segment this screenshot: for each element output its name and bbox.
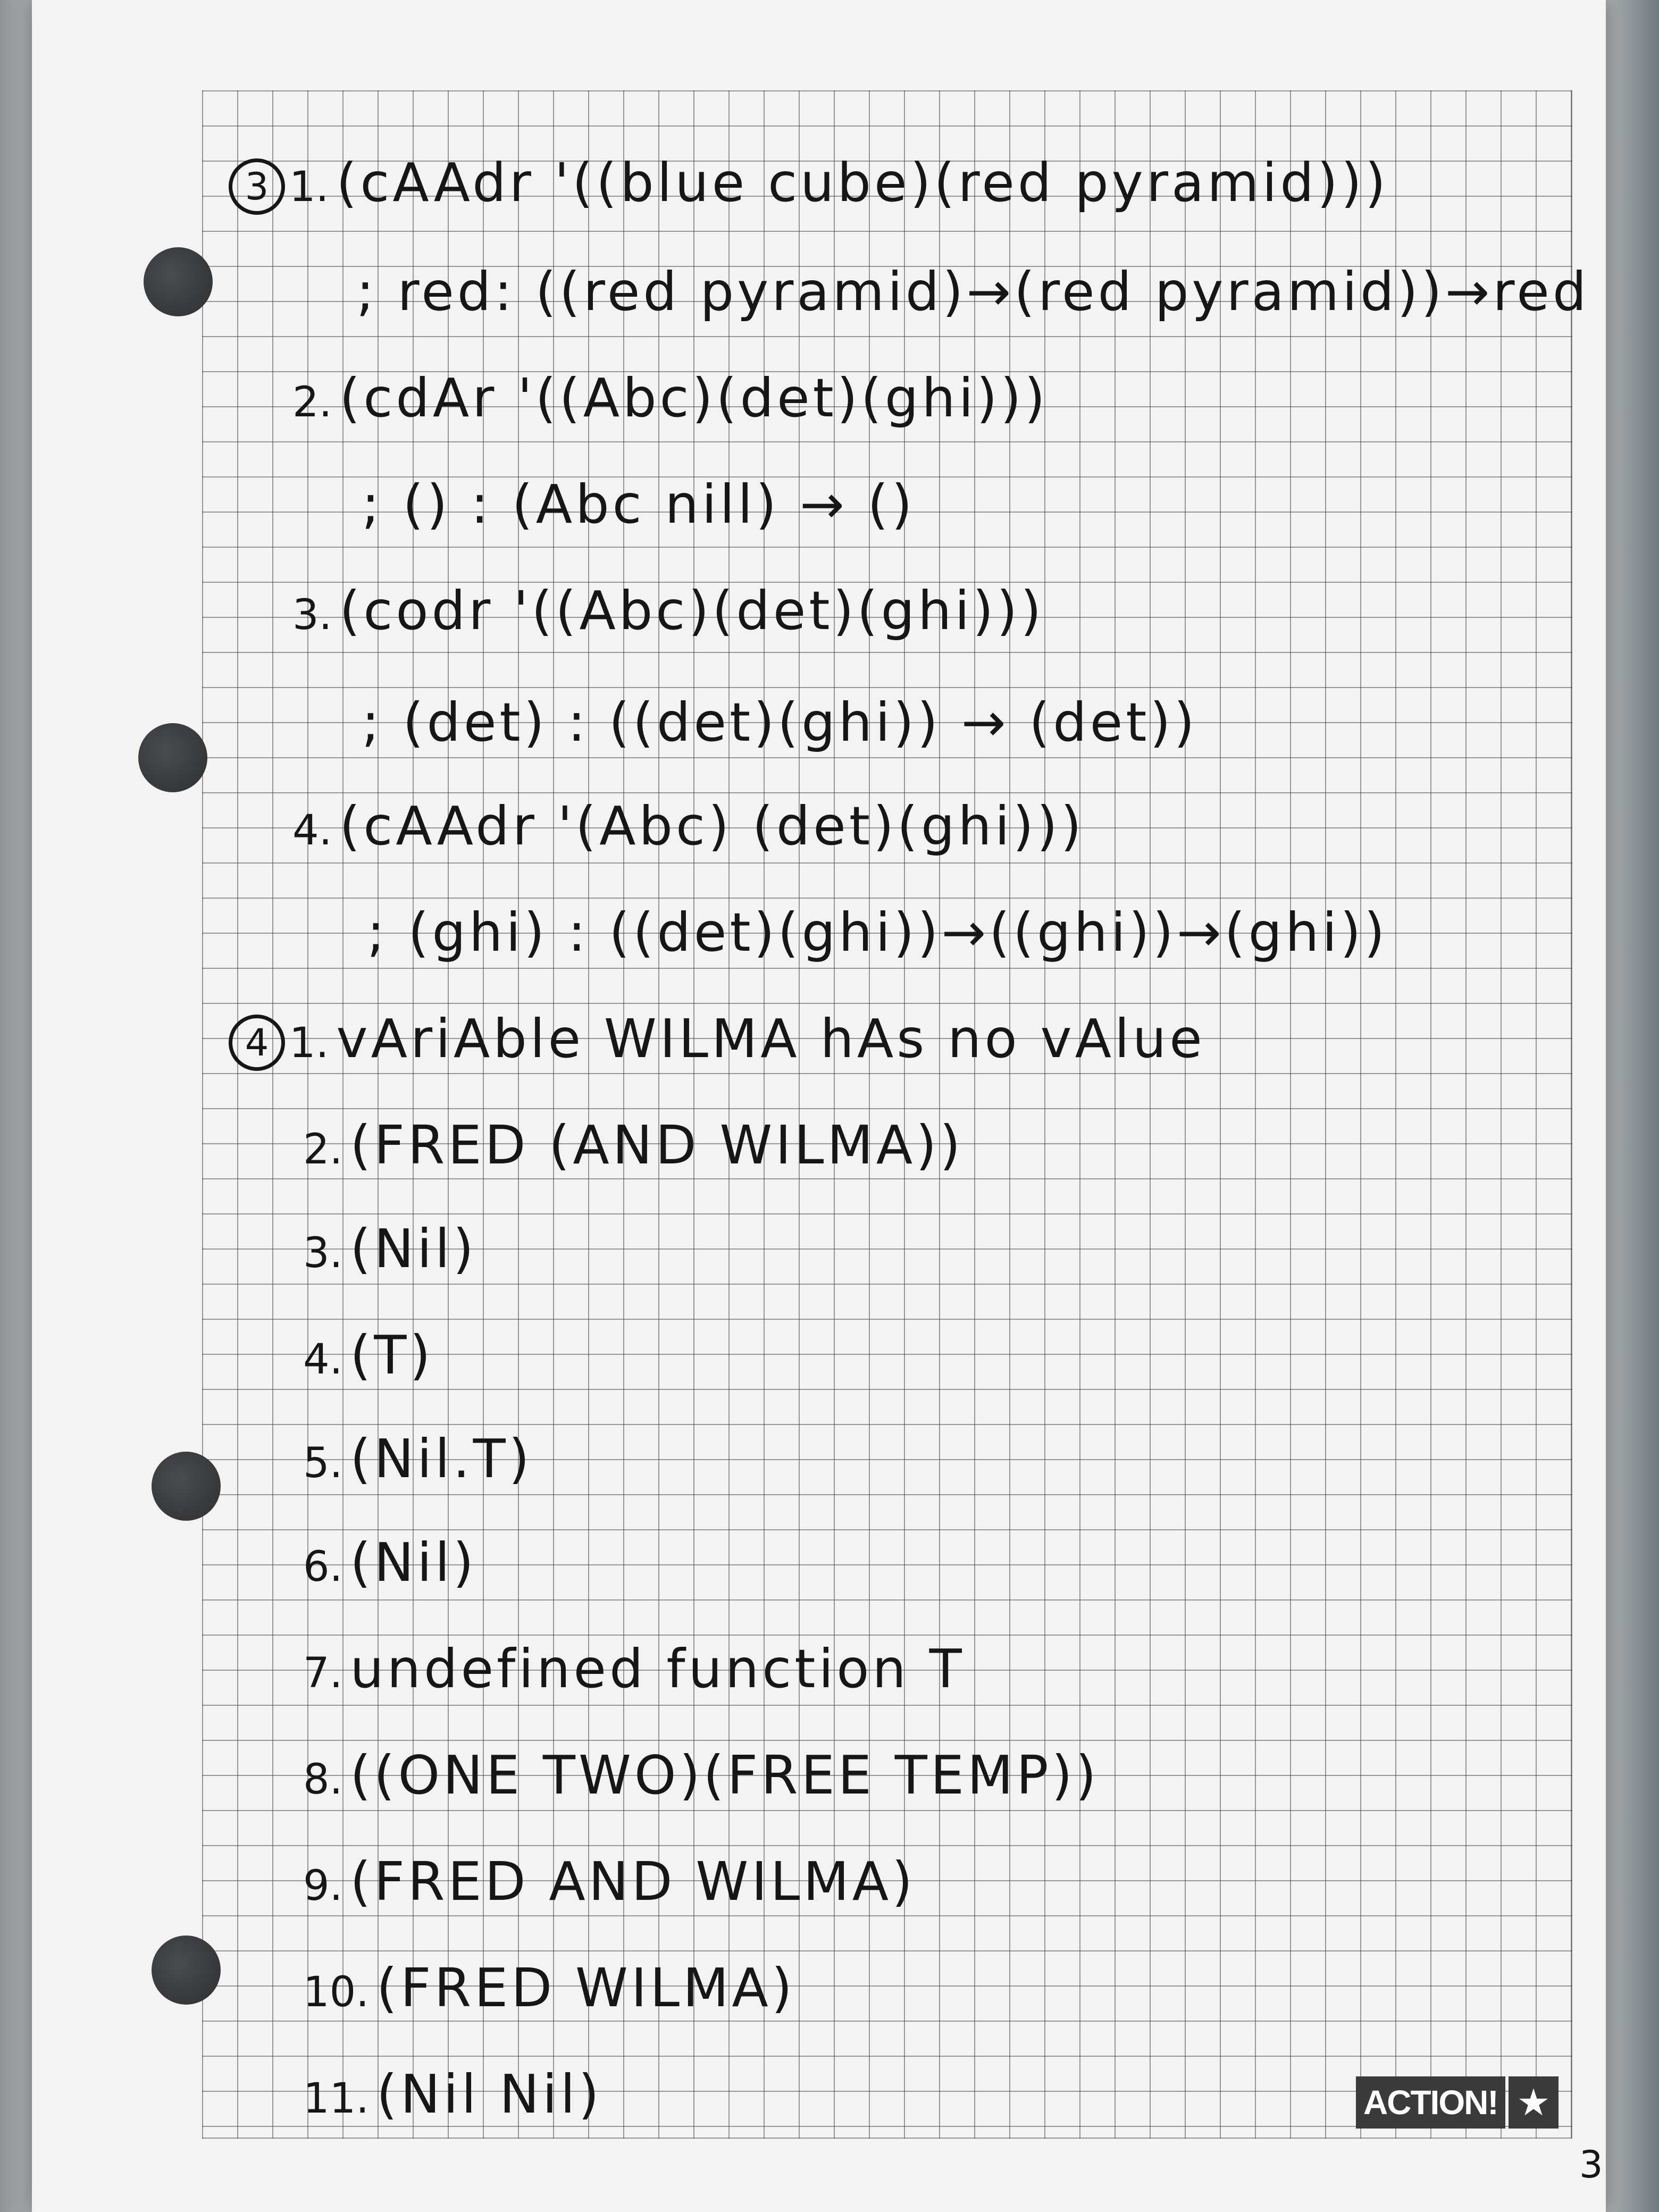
item-number: 7. bbox=[303, 1649, 343, 1697]
punch-hole bbox=[138, 723, 207, 792]
answer-line: 3. (codr '((Abc)(det)(ghi))) bbox=[292, 580, 1044, 642]
item-number: 1. bbox=[289, 163, 329, 211]
item-text: (Nil) bbox=[350, 1531, 477, 1594]
answer-line: 4. (T) bbox=[303, 1324, 434, 1386]
item-number: 3. bbox=[292, 591, 332, 639]
item-text: (cAAdr '(Abc) (det)(ghi))) bbox=[339, 795, 1085, 857]
punch-hole bbox=[152, 1936, 221, 2005]
answer-line: 3 1. (cAAdr '((blue cube)(red pyramid))) bbox=[229, 152, 1389, 215]
answer-line: 7. undefined function T bbox=[303, 1638, 965, 1700]
notebook-sheet: 3 1. (cAAdr '((blue cube)(red pyramid))) ;… bbox=[32, 0, 1606, 2212]
item-text: undefined function T bbox=[350, 1638, 965, 1700]
answer-comment: ; (det) : ((det)(ghi)) → (det)) bbox=[362, 691, 1198, 753]
logo-text: ACTION! bbox=[1356, 2076, 1505, 2129]
answer-line: 3. (Nil) bbox=[303, 1218, 477, 1280]
item-number: 2. bbox=[303, 1126, 343, 1174]
item-number: 5. bbox=[303, 1439, 343, 1487]
answer-line: 6. (Nil) bbox=[303, 1531, 477, 1594]
item-text: (Nil) bbox=[350, 1218, 477, 1280]
item-text: ; red: ((red pyramid)→(red pyramid))→red bbox=[356, 261, 1590, 323]
answer-line: 2. (FRED (AND WILMA)) bbox=[303, 1114, 963, 1176]
item-text: (Nil.T) bbox=[350, 1428, 533, 1490]
answer-line: 10. (FRED WILMA) bbox=[303, 1957, 795, 2019]
item-text: (Nil Nil) bbox=[376, 2063, 602, 2125]
item-number: 6. bbox=[303, 1543, 343, 1591]
item-text: (codr '((Abc)(det)(ghi))) bbox=[339, 580, 1045, 642]
item-number: 8. bbox=[303, 1756, 343, 1804]
answer-line: 4 1. vAriAble WILMA hAs no vAlue bbox=[229, 1008, 1205, 1071]
brand-logo: ACTION! ★ bbox=[1356, 2076, 1569, 2129]
answer-line: 11. (Nil Nil) bbox=[303, 2063, 602, 2125]
item-text: ; (ghi) : ((det)(ghi))→((ghi))→(ghi)) bbox=[367, 901, 1388, 963]
answer-line: 5. (Nil.T) bbox=[303, 1428, 533, 1490]
item-text: ; () : (Abc nill) → () bbox=[362, 473, 916, 535]
item-text: ; (det) : ((det)(ghi)) → (det)) bbox=[362, 691, 1198, 753]
answer-line: 8. ((ONE TWO)(FREE TEMP)) bbox=[303, 1744, 1100, 1806]
item-number: 2. bbox=[292, 379, 332, 426]
answer-line: 9. (FRED AND WILMA) bbox=[303, 1850, 916, 1913]
item-text: ((ONE TWO)(FREE TEMP)) bbox=[350, 1744, 1100, 1806]
answer-comment: ; red: ((red pyramid)→(red pyramid))→red bbox=[356, 261, 1589, 323]
item-text: (T) bbox=[350, 1324, 434, 1386]
page-number: 3 bbox=[1579, 2143, 1603, 2186]
answer-comment: ; () : (Abc nill) → () bbox=[362, 473, 916, 535]
answer-line: 2. (cdAr '((Abc)(det)(ghi))) bbox=[292, 367, 1049, 429]
item-text: (FRED AND WILMA) bbox=[350, 1850, 916, 1913]
item-text: (FRED (AND WILMA)) bbox=[350, 1114, 964, 1176]
section-marker: 3 bbox=[229, 158, 285, 215]
section-marker: 4 bbox=[229, 1014, 285, 1071]
item-number: 10. bbox=[303, 1968, 370, 2016]
item-number: 4. bbox=[303, 1336, 343, 1384]
answer-line: 4. (cAAdr '(Abc) (det)(ghi))) bbox=[292, 795, 1085, 857]
item-number: 4. bbox=[292, 807, 332, 854]
item-number: 3. bbox=[303, 1229, 343, 1277]
item-text: vAriAble WILMA hAs no vAlue bbox=[336, 1008, 1205, 1070]
item-text: (cAAdr '((blue cube)(red pyramid))) bbox=[336, 152, 1389, 214]
item-text: (cdAr '((Abc)(det)(ghi))) bbox=[339, 367, 1049, 429]
item-number: 11. bbox=[303, 2075, 370, 2123]
item-number: 9. bbox=[303, 1862, 343, 1910]
item-number: 1. bbox=[289, 1019, 329, 1067]
punch-hole bbox=[144, 247, 213, 316]
star-icon: ★ bbox=[1508, 2076, 1559, 2129]
answer-comment: ; (ghi) : ((det)(ghi))→((ghi))→(ghi)) bbox=[367, 901, 1388, 963]
item-text: (FRED WILMA) bbox=[376, 1957, 795, 2019]
punch-hole bbox=[152, 1452, 221, 1521]
